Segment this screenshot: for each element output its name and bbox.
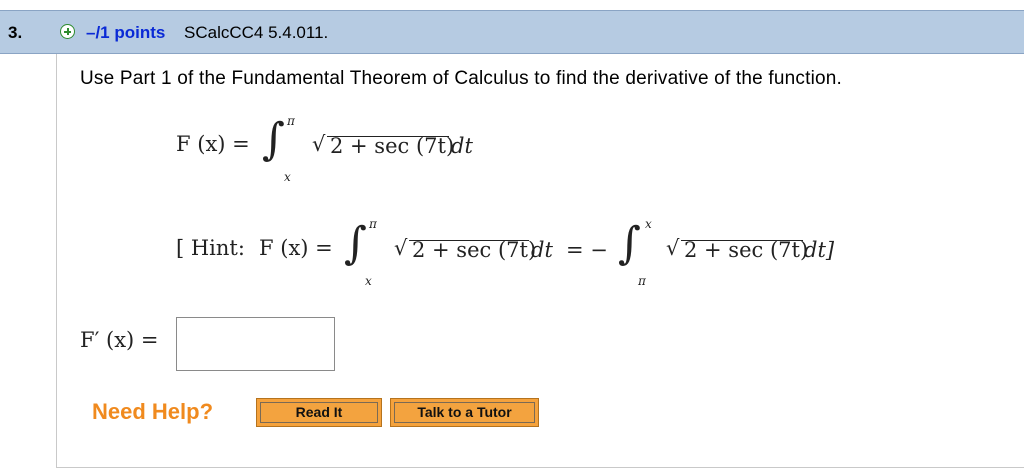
- hint-equals-minus: = −: [566, 238, 608, 262]
- question-code: SCalcCC4 5.4.011.: [184, 23, 329, 42]
- integral-sign-icon: ∫: [344, 218, 367, 269]
- points-label: –/1 points: [86, 23, 166, 42]
- sqrt-sign-icon: √: [666, 236, 680, 260]
- function-lhs: F (x) =: [176, 132, 250, 156]
- talk-to-tutor-label: Talk to a Tutor: [394, 402, 535, 423]
- question-header: 3. –/1 points SCalcCC4 5.4.011.: [0, 10, 1024, 54]
- lower-limit: x: [284, 170, 291, 184]
- integral-sign-icon: ∫: [262, 114, 285, 165]
- question-number: 3.: [8, 23, 23, 42]
- answer-label: F′ (x) =: [80, 328, 159, 352]
- read-it-button[interactable]: Read It: [256, 398, 382, 427]
- hint-upper-limit-1: π: [369, 217, 377, 231]
- answer-input[interactable]: [176, 317, 335, 371]
- upper-limit: π: [287, 114, 295, 128]
- hint-open: [ Hint:: [176, 236, 245, 260]
- hint-differential-1: dt: [531, 238, 553, 262]
- hint-upper-limit-2: x: [645, 217, 652, 231]
- hint-integrand-2: 2 + sec (7t): [684, 238, 809, 262]
- hint-integrand-1: 2 + sec (7t): [412, 238, 537, 262]
- hint-differential-2: dt]: [804, 238, 835, 262]
- differential: dt: [451, 134, 473, 158]
- integral-sign-icon: ∫: [618, 218, 641, 269]
- plus-circle-icon[interactable]: [60, 24, 75, 39]
- sqrt-sign-icon: √: [394, 236, 408, 260]
- talk-to-tutor-button[interactable]: Talk to a Tutor: [390, 398, 539, 427]
- hint-lower-limit-1: x: [365, 274, 372, 288]
- hint-lhs: F (x) =: [259, 236, 333, 260]
- need-help-label: Need Help?: [92, 399, 214, 424]
- sqrt-sign-icon: √: [312, 132, 326, 156]
- read-it-label: Read It: [260, 402, 378, 423]
- hint-lower-limit-2: π: [638, 274, 646, 288]
- integrand: 2 + sec (7t): [330, 134, 455, 158]
- instruction-text: Use Part 1 of the Fundamental Theorem of…: [80, 68, 843, 89]
